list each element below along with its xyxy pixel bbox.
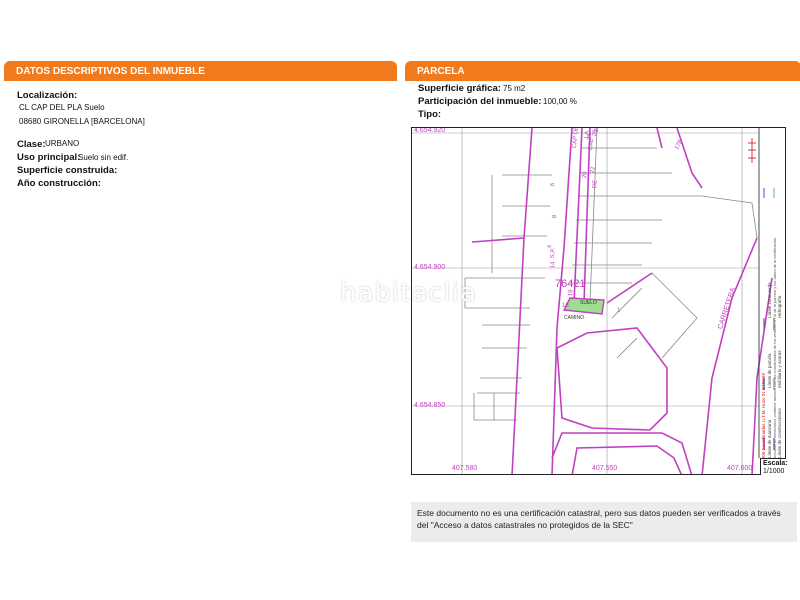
section-header-datos: DATOS DESCRIPTIVOS DEL INMUEBLE: [4, 61, 397, 80]
watermark-text: habitaclia: [340, 278, 477, 308]
scale-value: 1/1000: [763, 468, 785, 475]
street-label: 19: [568, 289, 575, 297]
coord-label-top: 4.654.920: [414, 127, 446, 134]
coord-label-bottom-right: 407.600: [727, 465, 753, 472]
scale-label: Escala:: [763, 460, 788, 467]
right-blocks: [570, 128, 758, 359]
legend-red-text: 407.600 Coordenadas U.T.M. Huso 31 ETRS8…: [761, 372, 766, 468]
coord-label-mid: 4.654.900: [414, 264, 446, 271]
street-label: S.P.: [550, 247, 557, 259]
legend-item-3: Límite de construcciones: [777, 408, 782, 458]
coord-label-bottom-mid: 407.550: [592, 465, 618, 472]
street-label: 6: [550, 182, 557, 187]
north-marks: [748, 138, 756, 163]
localizacion-label: Localización:: [17, 90, 78, 101]
localizacion-line2: 08680 GIRONELLA [BARCELONA]: [19, 117, 145, 126]
tipo-label: Tipo:: [418, 109, 442, 120]
left-blocks: [464, 174, 552, 421]
street-label: 8: [552, 214, 559, 219]
superficie-grafica-value: 75 m2: [503, 84, 526, 93]
section-title-parcela: PARCELA: [417, 66, 465, 77]
legend-item-6: Hidrografía: [777, 295, 782, 318]
localizacion-line1: CL CAP DEL PLA Suelo: [19, 103, 105, 112]
superficie-construida-label: Superficie construida:: [17, 165, 118, 176]
ano-construccion-label: Año construcción:: [17, 178, 101, 189]
disclaimer-text: Este documento no es una certificación c…: [417, 508, 781, 530]
legend-note-text: Este documento electrónico contiene anex…: [772, 237, 777, 468]
parcel-sub-label: CAMINO: [564, 315, 584, 321]
street-label: 20: [582, 171, 589, 179]
coord-label-bottom-left: 407.580: [452, 465, 478, 472]
coord-label-low: 4.654.850: [414, 402, 446, 409]
participacion-label: Participación del inmueble:: [418, 96, 542, 107]
header-underline-right: [405, 80, 800, 81]
superficie-grafica-label: Superficie gráfica:: [418, 83, 501, 94]
legend-item-4: Mobiliario y aceras: [777, 350, 782, 388]
street-label: 16: [562, 303, 569, 309]
street-label: 4: [547, 244, 554, 249]
clase-label: Clase:: [17, 139, 46, 150]
section-title-datos: DATOS DESCRIPTIVOS DEL INMUEBLE: [16, 66, 205, 77]
street-label: DE: [592, 179, 599, 189]
street-label: 14: [550, 261, 557, 269]
street-label: 22: [590, 166, 597, 174]
street-label: 28: [594, 127, 601, 133]
street-label: 1: [617, 308, 621, 314]
uso-principal-value: Suelo sin edif.: [78, 153, 129, 162]
participacion-value: 100,00 %: [543, 97, 577, 106]
clase-value: URBANO: [45, 139, 80, 148]
section-header-parcela: PARCELA: [405, 61, 800, 80]
disclaimer-note: Este documento no es una certificación c…: [411, 502, 797, 542]
scale-box: Escala: 1/1000: [760, 458, 788, 475]
uso-principal-label: Uso principal:: [17, 152, 81, 163]
header-underline-left: [4, 80, 397, 81]
parcel-label: SUELO: [580, 300, 597, 306]
